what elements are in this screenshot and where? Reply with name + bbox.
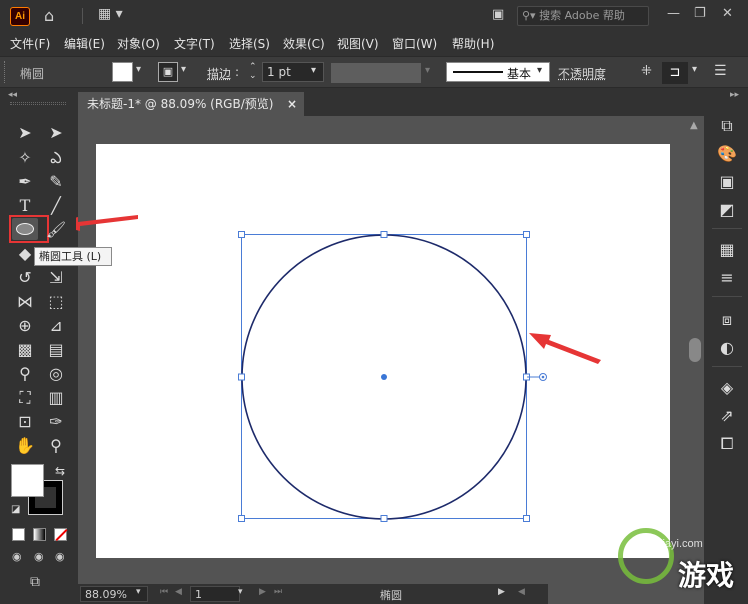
width-tool-icon[interactable]: ⋈ bbox=[12, 290, 38, 314]
artboard-number-field[interactable]: 1 bbox=[190, 586, 240, 602]
ellipse-tool-button[interactable] bbox=[12, 218, 38, 240]
column-graph-tool-icon[interactable]: ▥ bbox=[43, 386, 69, 410]
gradient-mode-button[interactable] bbox=[33, 528, 46, 541]
layers-panel-icon[interactable]: ◈ bbox=[714, 378, 740, 397]
divider bbox=[712, 366, 742, 367]
watermark: jiayi.com 游戏 bbox=[550, 524, 748, 604]
properties-panel-icon[interactable]: ⧉ bbox=[714, 116, 740, 136]
selection-handle bbox=[238, 373, 245, 381]
pen-tool-icon[interactable]: ✒ bbox=[12, 170, 38, 194]
status-menu-icon[interactable]: ▶ bbox=[498, 587, 505, 597]
transparency-panel-icon[interactable]: ⧈ bbox=[714, 310, 740, 330]
export-panel-icon[interactable]: ⇗ bbox=[714, 406, 740, 425]
direct-selection-tool-icon[interactable]: ➤ bbox=[43, 121, 69, 145]
paintbrush-tool-icon[interactable]: 🖌 bbox=[43, 218, 69, 242]
lasso-tool-icon[interactable]: ఎ bbox=[43, 146, 69, 170]
canvas-overlay bbox=[52, 215, 601, 522]
divider bbox=[712, 296, 742, 297]
grip-icon bbox=[10, 102, 66, 105]
artboard-dropdown-icon[interactable]: ▾ bbox=[238, 587, 243, 597]
current-tool-label: 椭圆 bbox=[380, 589, 402, 602]
selection-handle bbox=[238, 231, 245, 238]
last-artboard-icon[interactable]: ⏭ bbox=[274, 587, 282, 597]
swatches-panel-icon[interactable]: ▣ bbox=[714, 172, 740, 191]
divider bbox=[712, 228, 742, 229]
gradient-tool-icon[interactable]: ▤ bbox=[43, 338, 69, 362]
collapse-dock-icon[interactable]: ▸▸ bbox=[730, 90, 739, 100]
color-guide-icon[interactable]: ◩ bbox=[714, 200, 740, 219]
symbol-sprayer-tool-icon[interactable]: ⛶ bbox=[12, 386, 38, 410]
ellipse-tool-icon bbox=[16, 223, 34, 235]
first-artboard-icon[interactable]: ⏮ bbox=[160, 587, 168, 597]
scroll-left-icon[interactable]: ◀ bbox=[518, 587, 525, 597]
screen-mode-icon[interactable]: ⧉ bbox=[30, 574, 40, 590]
next-artboard-icon[interactable]: ▶ bbox=[259, 587, 266, 597]
watermark-logo bbox=[618, 528, 674, 584]
rotate-tool-icon[interactable]: ↺ bbox=[12, 266, 38, 290]
magic-wand-tool-icon[interactable]: ✧ bbox=[12, 146, 38, 170]
scale-tool-icon[interactable]: ⇲ bbox=[43, 266, 69, 290]
free-transform-tool-icon[interactable]: ⬚ bbox=[43, 290, 69, 314]
annotation-arrow-right bbox=[529, 333, 601, 364]
perspective-grid-tool-icon[interactable]: ⊿ bbox=[43, 314, 69, 338]
blend-tool-icon[interactable]: ◎ bbox=[43, 362, 69, 386]
tools-panel: ◂◂ ➤ ➤ ✧ ఎ ✒ ✎ T ╱ 🖌 ◆ ↺ ⇲ ⋈ ⬚ ⊕ ⊿ ▩ ▤ ⚲… bbox=[0, 88, 76, 604]
slice-tool-icon[interactable]: ✑ bbox=[43, 410, 69, 434]
swatch-grid-icon[interactable]: ▦ bbox=[714, 240, 740, 259]
center-point bbox=[381, 374, 387, 380]
swap-colors-icon[interactable]: ⇆ bbox=[55, 464, 65, 478]
color-mode-button[interactable] bbox=[12, 528, 25, 541]
default-colors-icon[interactable]: ◪ bbox=[11, 504, 20, 515]
zoom-dropdown-icon[interactable]: ▾ bbox=[136, 587, 141, 597]
artboard-tool-icon[interactable]: ⊡ bbox=[12, 410, 38, 434]
color-palette-icon[interactable]: 🎨 bbox=[714, 144, 740, 163]
mesh-tool-icon[interactable]: ▩ bbox=[12, 338, 38, 362]
status-bar: 88.09% ▾ ⏮ ◀ 1 ▾ ▶ ⏭ 椭圆 ▶ ◀ bbox=[78, 584, 548, 604]
appearance-panel-icon[interactable]: ◐ bbox=[714, 338, 740, 357]
selection-handle bbox=[238, 515, 245, 522]
selection-handle bbox=[523, 515, 530, 522]
none-mode-button[interactable] bbox=[54, 528, 68, 542]
artboards-panel-icon[interactable]: ⧠ bbox=[714, 434, 740, 454]
selection-handle bbox=[380, 231, 388, 238]
shape-builder-tool-icon[interactable]: ⊕ bbox=[12, 314, 38, 338]
selection-handle bbox=[380, 515, 388, 522]
selection-tool-icon[interactable]: ➤ bbox=[12, 121, 38, 145]
curvature-tool-icon[interactable]: ✎ bbox=[43, 170, 69, 194]
eyedropper-tool-icon[interactable]: ⚲ bbox=[12, 362, 38, 386]
draw-behind-icon[interactable]: ◉ bbox=[34, 550, 44, 563]
selection-handle bbox=[523, 231, 530, 238]
tool-tooltip: 椭圆工具 (L) bbox=[34, 247, 112, 266]
stroke-panel-icon[interactable]: ≡ bbox=[714, 268, 740, 287]
zoom-tool-icon[interactable]: ⚲ bbox=[43, 434, 69, 458]
hand-tool-icon[interactable]: ✋ bbox=[12, 434, 38, 458]
previous-artboard-icon[interactable]: ◀ bbox=[175, 587, 182, 597]
collapse-panel-icon[interactable]: ◂◂ bbox=[8, 90, 17, 100]
draw-normal-icon[interactable]: ◉ bbox=[12, 550, 22, 563]
watermark-url: jiayi.com bbox=[660, 538, 703, 550]
watermark-text: 游戏 bbox=[678, 559, 735, 592]
draw-inside-icon[interactable]: ◉ bbox=[55, 550, 65, 563]
